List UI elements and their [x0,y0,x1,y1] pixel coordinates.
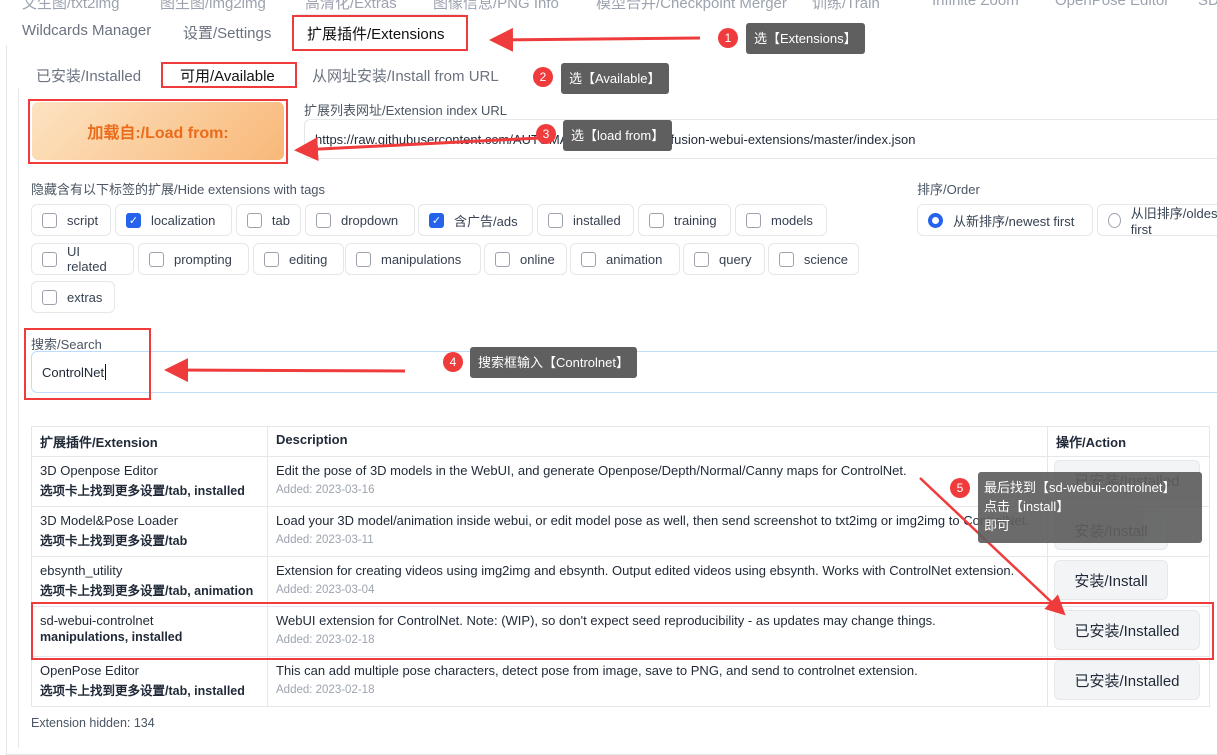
annotation-tooltip: 最后找到【sd-webui-controlnet】 点击【install】 即可 [978,472,1202,543]
tooltip-line: 即可 [984,518,1011,533]
highlight-load-button [28,99,288,164]
step-badge: 1 [718,28,738,48]
highlight-extensions-tab [292,15,468,51]
annotation-tooltip: 选【load from】 [563,120,673,151]
arrow-1 [489,27,701,52]
annotation-tooltip: 搜索框输入【Controlnet】 [470,347,637,378]
arrow-4 [164,358,406,383]
tooltip-line: 点击【install】 [984,499,1070,514]
highlight-search [24,328,151,400]
annotation-tooltip: 选【Extensions】 [746,23,865,54]
step-badge: 5 [950,478,970,498]
arrow-3 [294,136,541,162]
highlight-controlnet-row [31,602,1214,660]
annotation-tooltip: 选【Available】 [561,63,669,94]
step-badge: 3 [536,124,556,144]
step-badge: 4 [443,352,463,372]
tooltip-line: 最后找到【sd-webui-controlnet】 [984,480,1176,495]
step-badge: 2 [533,67,553,87]
highlight-available-tab [161,62,297,88]
